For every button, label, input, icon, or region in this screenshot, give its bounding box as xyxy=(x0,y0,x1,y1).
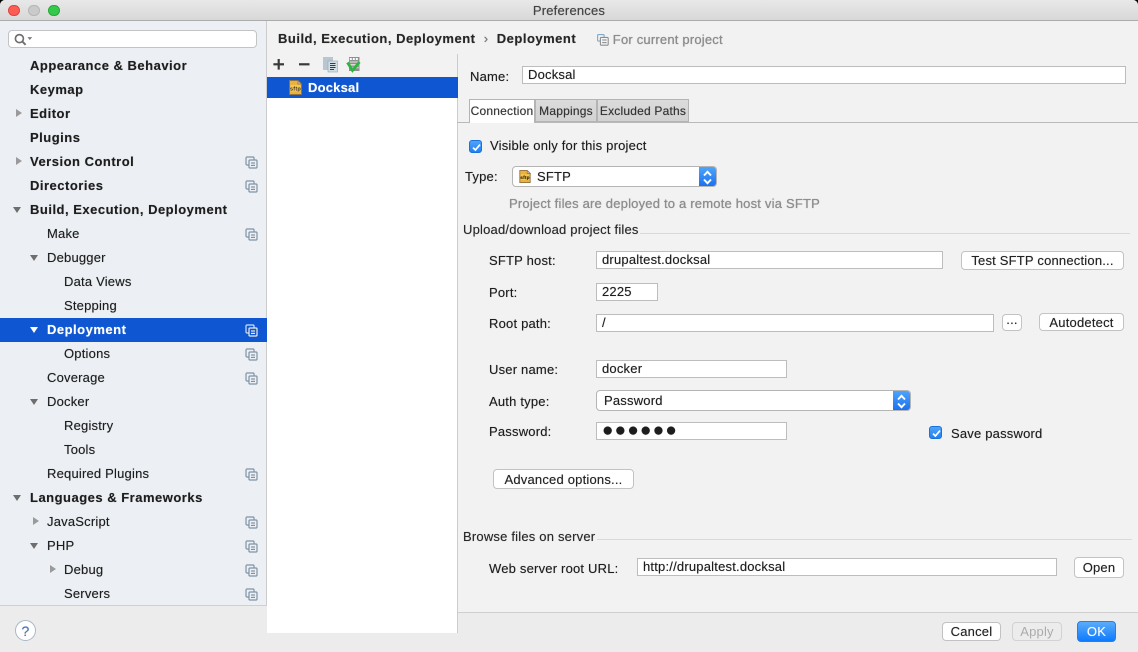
svg-text:sftp: sftp xyxy=(520,175,529,181)
svg-text:sftp: sftp xyxy=(290,86,301,92)
